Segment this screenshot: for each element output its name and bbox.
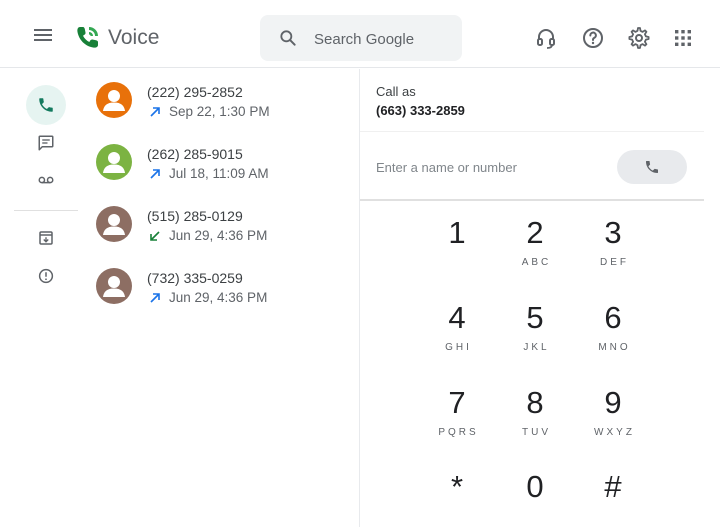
messages-icon	[38, 135, 54, 151]
search-input[interactable]	[314, 28, 454, 50]
dial-key-5[interactable]: 5 JKL	[500, 301, 570, 365]
dial-key-letters: DEF	[600, 257, 629, 268]
calls-icon	[39, 98, 53, 112]
dial-key-letters: ABC	[521, 257, 552, 268]
person-icon	[96, 206, 132, 242]
pane-divider	[359, 69, 360, 527]
dial-key-digit: 4	[448, 300, 466, 335]
voice-logo-icon	[77, 27, 98, 48]
incoming-call-icon	[150, 230, 160, 241]
dial-number-input[interactable]	[376, 157, 596, 177]
avatar	[96, 82, 132, 118]
call-time: Jul 18, 11:09 AM	[169, 166, 269, 181]
nav-archive[interactable]	[26, 218, 66, 258]
support-icon[interactable]	[534, 26, 558, 50]
dial-key-digit: 6	[604, 300, 622, 335]
dial-key-6[interactable]: 6 MNO	[578, 301, 648, 365]
dial-key-0[interactable]: 0	[500, 470, 570, 527]
call-button[interactable]	[617, 150, 687, 184]
call-history-list: (222) 295-2852 Sep 22, 1:30 PM (262) 285…	[86, 74, 356, 322]
dial-key-letters: JKL	[523, 342, 550, 353]
dialer-input-divider	[360, 199, 704, 201]
call-time: Jun 29, 4:36 PM	[169, 290, 268, 305]
search-box[interactable]	[260, 15, 462, 61]
dial-key-1[interactable]: 1	[422, 216, 492, 280]
dial-key-9[interactable]: 9 WXYZ	[578, 386, 648, 450]
dial-key-digit: 9	[604, 385, 622, 420]
call-number: (732) 335-0259	[147, 270, 243, 286]
call-history-item[interactable]: (262) 285-9015 Jul 18, 11:09 AM	[86, 136, 356, 198]
avatar	[96, 144, 132, 180]
avatar	[96, 206, 132, 242]
person-icon	[96, 268, 132, 304]
menu-icon[interactable]	[34, 26, 58, 46]
dial-key-3[interactable]: 3 DEF	[578, 216, 648, 280]
outgoing-call-icon	[150, 292, 160, 303]
top-bar: Voice	[0, 0, 720, 68]
help-icon[interactable]	[581, 26, 605, 50]
dial-key-star[interactable]: *	[422, 470, 492, 527]
dial-key-letters: WXYZ	[594, 427, 635, 438]
dial-key-digit: 0	[526, 469, 544, 504]
outgoing-call-icon	[150, 168, 160, 179]
dial-key-8[interactable]: 8 TUV	[500, 386, 570, 450]
dial-key-hash[interactable]: #	[578, 470, 648, 527]
call-number: (515) 285-0129	[147, 208, 243, 224]
dial-key-7[interactable]: 7 PQRS	[422, 386, 492, 450]
spam-icon	[38, 268, 54, 284]
call-as-divider	[360, 131, 704, 132]
call-history-item[interactable]: (732) 335-0259 Jun 29, 4:36 PM	[86, 260, 356, 322]
call-meta: Jun 29, 4:36 PM	[149, 290, 267, 305]
nav-calls[interactable]	[26, 85, 66, 125]
outgoing-call-icon	[150, 106, 160, 117]
call-history-item[interactable]: (515) 285-0129 Jun 29, 4:36 PM	[86, 198, 356, 260]
phone-icon	[646, 161, 658, 173]
app-title: Voice	[108, 26, 160, 49]
dial-key-digit: 7	[448, 385, 466, 420]
call-as-label: Call as	[376, 84, 416, 99]
call-time: Sep 22, 1:30 PM	[169, 104, 270, 119]
call-as-number[interactable]: (663) 333-2859	[376, 103, 465, 118]
avatar	[96, 268, 132, 304]
dial-key-letters: TUV	[522, 427, 551, 438]
nav-rail	[14, 68, 78, 527]
call-meta: Sep 22, 1:30 PM	[149, 104, 270, 119]
dial-key-digit: 8	[526, 385, 544, 420]
archive-icon	[39, 231, 53, 245]
dial-key-digit: 2	[526, 215, 544, 250]
dial-key-digit: 1	[448, 215, 466, 250]
call-number: (262) 285-9015	[147, 146, 243, 162]
dial-key-4[interactable]: 4 GHI	[422, 301, 492, 365]
voicemail-icon	[38, 176, 54, 184]
dial-key-letters: GHI	[445, 342, 472, 353]
call-history-item[interactable]: (222) 295-2852 Sep 22, 1:30 PM	[86, 74, 356, 136]
dial-key-digit: 3	[604, 215, 622, 250]
dial-key-2[interactable]: 2 ABC	[500, 216, 570, 280]
nav-voicemail[interactable]	[26, 160, 66, 200]
person-icon	[96, 82, 132, 118]
call-time: Jun 29, 4:36 PM	[169, 228, 268, 243]
dial-key-letters: MNO	[598, 342, 631, 353]
search-icon[interactable]	[278, 28, 298, 48]
dial-key-digit: #	[604, 469, 622, 504]
dial-key-letters: PQRS	[438, 427, 479, 438]
dial-key-digit: 5	[526, 300, 544, 335]
dial-key-digit: *	[450, 469, 464, 504]
call-meta: Jun 29, 4:36 PM	[149, 228, 267, 243]
apps-icon[interactable]	[671, 26, 695, 50]
nav-messages[interactable]	[26, 123, 66, 163]
person-icon	[96, 144, 132, 180]
call-meta: Jul 18, 11:09 AM	[149, 166, 269, 181]
rail-divider	[14, 210, 78, 211]
call-number: (222) 295-2852	[147, 84, 243, 100]
settings-icon[interactable]	[627, 26, 651, 50]
nav-spam[interactable]	[26, 256, 66, 296]
